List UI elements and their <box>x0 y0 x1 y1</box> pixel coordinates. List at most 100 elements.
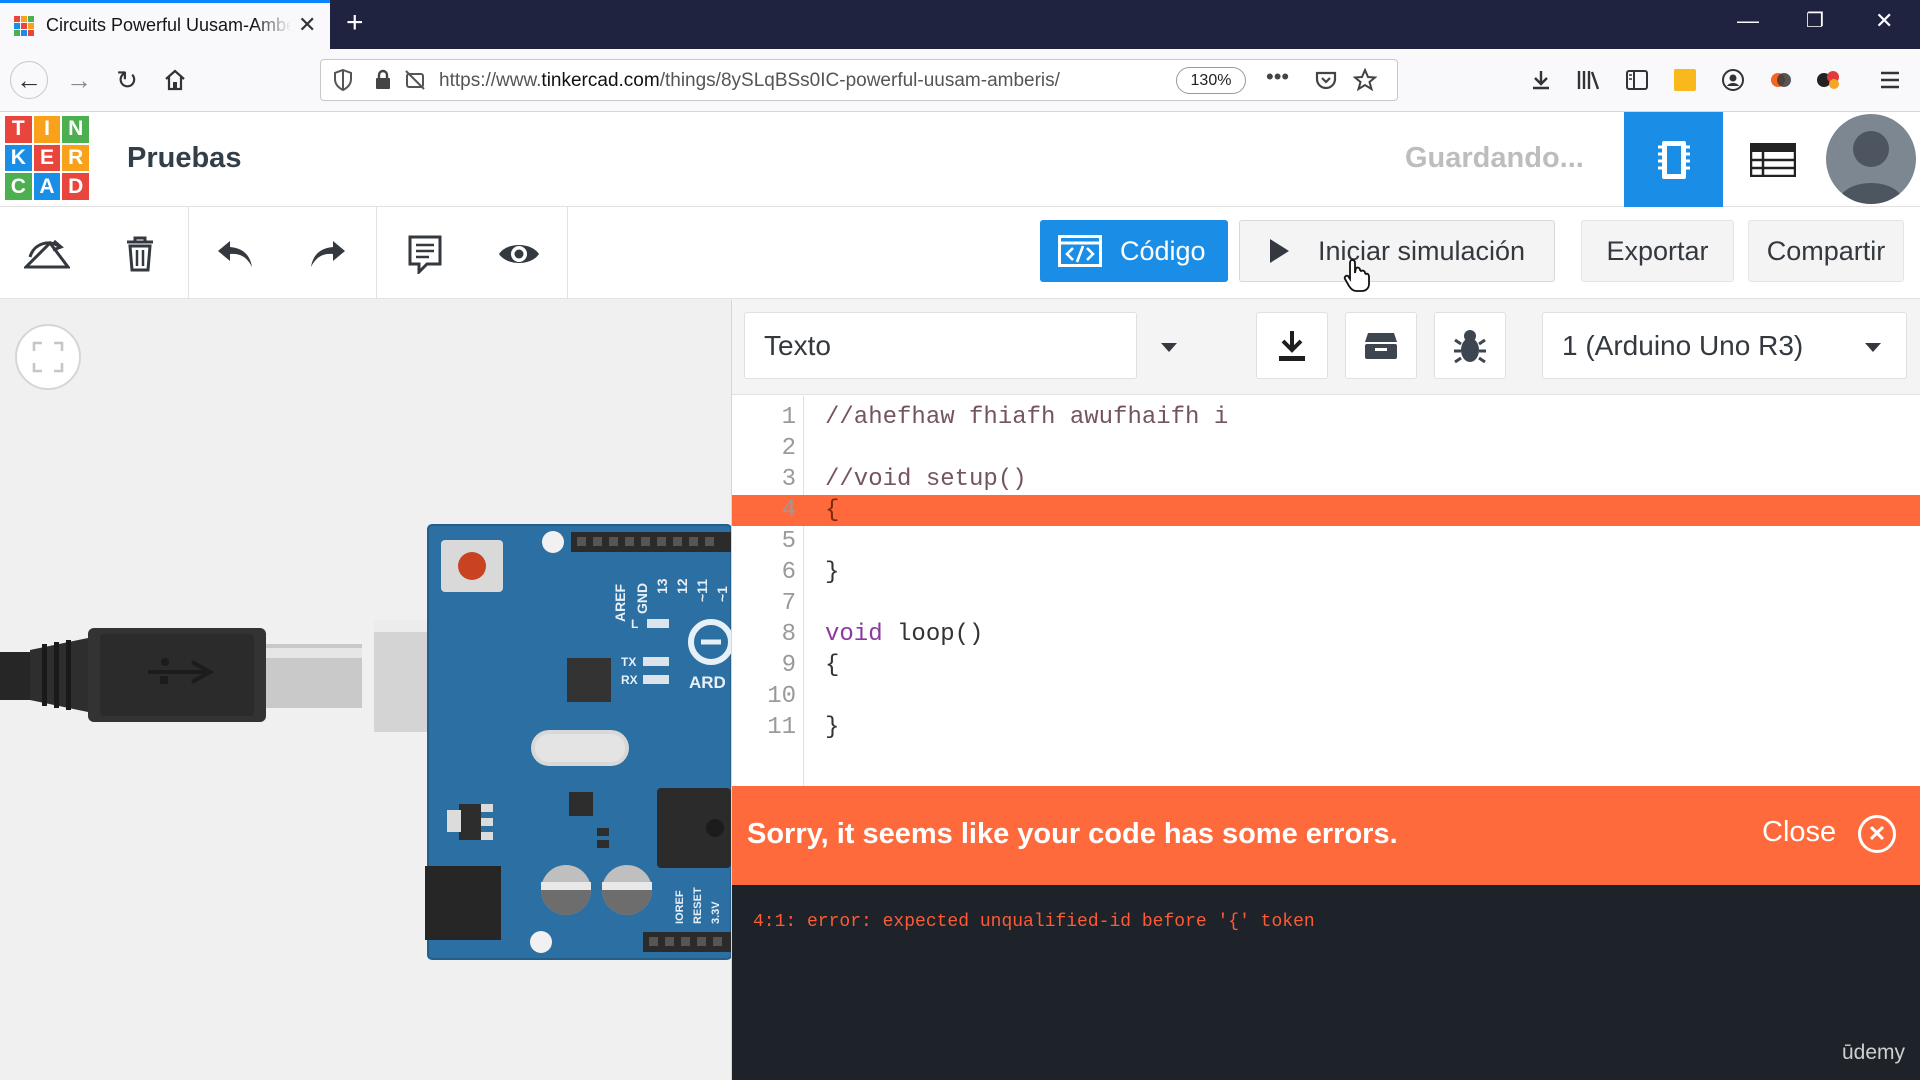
rotate-button[interactable] <box>20 227 74 281</box>
libraries-button[interactable] <box>1345 312 1417 379</box>
code-text: void loop() <box>825 621 984 648</box>
serial-console: 4:1: error: expected unqualified-id befo… <box>732 885 1920 1080</box>
browser-nav-bar: ← → ↻ https://www.tinkercad.com/things/8… <box>0 49 1920 112</box>
table-list-icon <box>1749 142 1796 177</box>
pocket-icon[interactable] <box>1314 68 1338 98</box>
app-header: TIN KER CAD Pruebas Guardando... <box>0 112 1920 207</box>
line-number: 1 <box>781 404 796 431</box>
undo-button[interactable] <box>208 227 262 281</box>
redo-button[interactable] <box>301 227 355 281</box>
hand-pointer-cursor-icon <box>1343 259 1370 292</box>
debugger-button[interactable] <box>1434 312 1506 379</box>
components-list-button[interactable] <box>1723 112 1822 207</box>
fit-view-icon <box>32 341 64 373</box>
close-circle-icon[interactable]: ✕ <box>1858 815 1896 853</box>
pin-label-11: ~11 <box>694 579 710 602</box>
close-error-label[interactable]: Close <box>1762 816 1836 849</box>
zoom-level-badge[interactable]: 130% <box>1176 67 1246 94</box>
code-line[interactable]: 7 <box>732 588 1920 619</box>
saving-status: Guardando... <box>1405 142 1584 174</box>
url-bar[interactable]: https://www.tinkercad.com/things/8ySLqBS… <box>320 59 1398 101</box>
reload-icon[interactable]: ↻ <box>108 61 146 99</box>
board-select[interactable]: 1 (Arduino Uno R3) <box>1542 312 1907 379</box>
browser-tab-bar: Circuits Powerful Uusam-Amberis ✕ + — ❐ … <box>0 0 1920 49</box>
code-button[interactable]: Código <box>1040 220 1228 282</box>
line-number: 4 <box>781 497 796 524</box>
code-line[interactable]: 9{ <box>732 650 1920 681</box>
code-editor[interactable]: 1 //ahefhaw fhiafh awufhaifh i 2 3 //void se… <box>732 396 1920 786</box>
downloads-icon[interactable] <box>1522 61 1560 99</box>
code-toolbar: Texto 1 (Arduino Uno R3) <box>732 300 1920 395</box>
screen: Circuits Powerful Uusam-Amberis ✕ + — ❐ … <box>0 0 1920 1080</box>
page-actions-icon[interactable]: ••• <box>1266 64 1289 90</box>
code-button-label: Código <box>1120 235 1206 266</box>
pin-label-ioref: IOREF <box>674 890 686 924</box>
arduino-uno-board[interactable]: AREF GND 13 12 ~11 ~1 L TX RX ARD IOREF … <box>425 522 731 962</box>
logo-letter: D <box>62 173 89 200</box>
minimize-icon[interactable]: — <box>1737 8 1759 34</box>
new-tab-button[interactable]: + <box>346 6 364 40</box>
permissions-icon[interactable] <box>403 68 427 98</box>
tinkercad-favicon-icon <box>14 16 34 36</box>
hamburger-menu-icon[interactable] <box>1871 61 1909 99</box>
extension-colorful-icon[interactable] <box>1762 61 1800 99</box>
udemy-watermark: ūdemy <box>1842 1041 1906 1064</box>
chevron-down-icon <box>1865 343 1881 352</box>
code-text: } <box>825 559 840 586</box>
download-code-button[interactable] <box>1256 312 1328 379</box>
home-icon[interactable] <box>156 61 194 99</box>
user-avatar[interactable] <box>1826 114 1916 204</box>
logo-letter: T <box>5 116 32 143</box>
code-line[interactable]: 6} <box>732 557 1920 588</box>
code-line[interactable]: 1 //ahefhaw fhiafh awufhaifh i <box>732 402 1920 433</box>
library-icon[interactable] <box>1570 61 1608 99</box>
bookmark-star-icon[interactable] <box>1352 67 1378 98</box>
shield-icon[interactable] <box>333 68 353 98</box>
notes-button[interactable] <box>398 227 452 281</box>
logo-letter: K <box>5 144 32 172</box>
code-mode-select[interactable]: Texto <box>744 312 1177 379</box>
tinkercad-logo[interactable]: TIN KER CAD <box>5 116 89 200</box>
zoom-to-fit-button[interactable] <box>15 324 81 390</box>
code-line[interactable]: 11} <box>732 712 1920 743</box>
code-line[interactable]: 5 <box>732 526 1920 557</box>
circuit-canvas[interactable]: AREF GND 13 12 ~11 ~1 L TX RX ARD IOREF … <box>0 300 731 1080</box>
code-line[interactable]: 10 <box>732 681 1920 712</box>
code-text: { <box>825 652 840 679</box>
sidebar-icon[interactable] <box>1618 61 1656 99</box>
toolbar-divider <box>188 207 189 299</box>
line-number: 6 <box>781 559 796 586</box>
lock-icon[interactable] <box>373 68 393 98</box>
share-button[interactable]: Compartir <box>1748 220 1904 282</box>
pin-label-gnd: GND <box>634 583 650 614</box>
restore-icon[interactable]: ❐ <box>1806 8 1824 33</box>
error-message: Sorry, it seems like your code has some … <box>747 818 1398 850</box>
code-text: { <box>825 497 840 524</box>
error-banner: Sorry, it seems like your code has some … <box>732 786 1920 885</box>
toolbar-divider <box>376 207 377 299</box>
delete-button[interactable] <box>113 227 167 281</box>
export-button[interactable]: Exportar <box>1581 220 1734 282</box>
forward-icon[interactable]: → <box>60 61 98 99</box>
browser-tab[interactable]: Circuits Powerful Uusam-Amberis ✕ <box>0 0 330 49</box>
project-title[interactable]: Pruebas <box>127 142 241 175</box>
circuit-view-button[interactable] <box>1624 112 1723 207</box>
back-icon[interactable]: ← <box>10 61 48 99</box>
code-line[interactable]: 2 <box>732 433 1920 464</box>
line-number: 8 <box>781 621 796 648</box>
tab-close-icon[interactable]: ✕ <box>298 13 316 37</box>
extension-yellow-icon[interactable] <box>1666 61 1704 99</box>
code-line[interactable]: 8 void loop() <box>732 619 1920 650</box>
line-number: 7 <box>781 590 796 617</box>
window-close-icon[interactable]: ✕ <box>1875 8 1893 34</box>
code-line[interactable]: 3 //void setup() <box>732 464 1920 495</box>
library-box-icon <box>1365 332 1397 359</box>
logo-letter: N <box>62 116 89 143</box>
start-simulation-button[interactable]: Iniciar simulación <box>1239 220 1555 282</box>
account-icon[interactable] <box>1714 61 1752 99</box>
code-line[interactable]: 4{ <box>732 495 1920 526</box>
visibility-button[interactable] <box>492 227 546 281</box>
url-text[interactable]: https://www.tinkercad.com/things/8ySLqBS… <box>439 70 1129 92</box>
extension-multi-icon[interactable] <box>1810 61 1848 99</box>
eye-icon <box>499 245 539 263</box>
